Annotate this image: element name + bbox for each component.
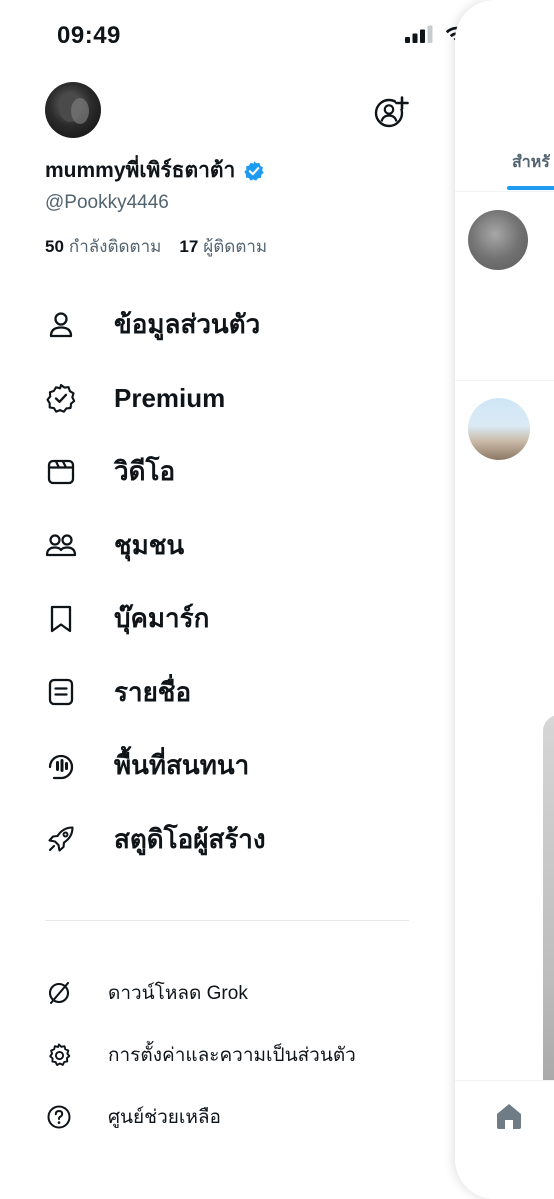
menu-label: การตั้งค่าและความเป็นส่วนตัว: [108, 1045, 356, 1066]
post-image[interactable]: [543, 715, 554, 1085]
signal-icon: [405, 25, 433, 43]
menu-item-download-grok[interactable]: ดาวน์โหลด Grok: [0, 962, 455, 1024]
drawer-secondary-menu: ดาวน์โหลด Grok การตั้งค่าและความเป็นส่วน…: [0, 962, 455, 1148]
tab-border: [455, 191, 554, 192]
video-icon: [47, 459, 75, 484]
post-avatar[interactable]: [468, 210, 528, 270]
side-drawer: mummyพี่เพิร์ธตาต้า @Pookky4446 50 กำลังต…: [0, 70, 455, 1199]
verified-badge-icon: [46, 384, 76, 413]
home-icon[interactable]: [493, 1100, 525, 1132]
avatar[interactable]: [45, 82, 101, 138]
bookmark-icon: [50, 605, 72, 632]
menu-item-video[interactable]: วิดีโอ: [0, 435, 455, 509]
following-label: กำลังติดตาม: [68, 237, 162, 256]
menu-label: พื้นที่สนทนา: [114, 750, 250, 781]
menu-label: ข้อมูลส่วนตัว: [114, 309, 261, 340]
follow-stats: 50 กำลังติดตาม 17 ผู้ติดตาม: [45, 233, 267, 260]
help-icon: [47, 1105, 71, 1129]
tab-underline: [507, 186, 554, 190]
add-account-icon[interactable]: [373, 94, 409, 130]
menu-item-creator-studio[interactable]: สตูดิโอผู้สร้าง: [0, 803, 455, 877]
person-icon: [49, 312, 73, 337]
menu-item-help-center[interactable]: ศูนย์ช่วยเหลือ: [0, 1086, 455, 1148]
user-handle: @Pookky4446: [45, 192, 169, 213]
menu-item-profile[interactable]: ข้อมูลส่วนตัว: [0, 288, 455, 362]
verified-badge-icon: [244, 160, 264, 181]
tab-for-you[interactable]: สำหรั: [512, 150, 550, 175]
followers-count: 17: [179, 237, 199, 256]
menu-label: ศูนย์ช่วยเหลือ: [108, 1107, 221, 1128]
post-avatar[interactable]: [468, 398, 530, 460]
screen: 09:49 mummyพี่เพิร์ธตาต้า @Pookky4446 50…: [0, 0, 554, 1199]
communities-icon: [45, 534, 77, 557]
following-link[interactable]: 50 กำลังติดตาม: [45, 233, 161, 260]
menu-label: Premium: [114, 382, 226, 413]
followers-link[interactable]: 17 ผู้ติดตาม: [179, 233, 267, 260]
display-name[interactable]: mummyพี่เพิร์ธตาต้า: [45, 154, 235, 187]
followers-label: ผู้ติดตาม: [203, 237, 268, 256]
grok-icon: [48, 981, 70, 1005]
menu-label: ชุมชน: [114, 529, 185, 560]
rocket-icon: [48, 826, 74, 852]
menu-item-settings[interactable]: การตั้งค่าและความเป็นส่วนตัว: [0, 1024, 455, 1086]
spaces-icon: [48, 754, 74, 779]
menu-item-bookmarks[interactable]: บุ๊คมาร์ก: [0, 582, 455, 656]
menu-label: บุ๊คมาร์ก: [114, 603, 210, 634]
display-name-row: mummyพี่เพิร์ธตาต้า: [45, 154, 265, 187]
menu-label: รายชื่อ: [114, 676, 192, 707]
menu-label: วิดีโอ: [114, 456, 176, 487]
drawer-menu: ข้อมูลส่วนตัว Premium วิดีโอ ชุมชน บุ๊คม…: [0, 288, 455, 876]
post-divider: [455, 380, 554, 381]
status-time: 09:49: [57, 22, 121, 49]
divider: [45, 920, 409, 921]
menu-item-spaces[interactable]: พื้นที่สนทนา: [0, 729, 455, 803]
menu-label: ดาวน์โหลด Grok: [108, 983, 248, 1004]
settings-icon: [49, 1043, 71, 1066]
menu-label: สตูดิโอผู้สร้าง: [114, 823, 266, 854]
lists-icon: [48, 679, 74, 706]
menu-item-lists[interactable]: รายชื่อ: [0, 656, 455, 730]
menu-item-premium[interactable]: Premium: [0, 362, 455, 436]
following-count: 50: [45, 237, 64, 256]
timeline-panel[interactable]: สำหรั: [455, 0, 554, 1199]
bottom-tab-bar: [455, 1080, 554, 1199]
menu-item-communities[interactable]: ชุมชน: [0, 509, 455, 583]
